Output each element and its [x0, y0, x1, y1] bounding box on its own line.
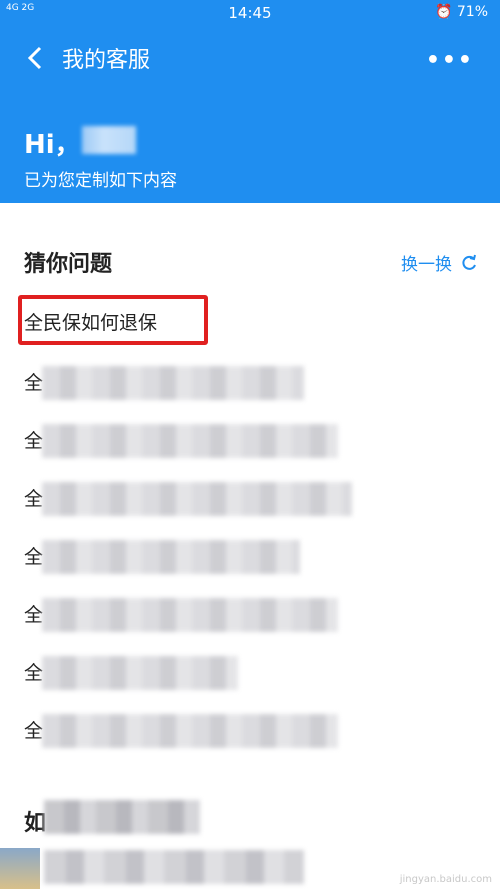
more-icon[interactable]: •••: [426, 48, 474, 73]
blurred-text: [42, 714, 338, 748]
question-prefix: 全: [24, 488, 44, 510]
alarm-icon: ⏰: [434, 4, 453, 20]
question-prefix: 全: [24, 372, 44, 394]
status-time: 14:45: [228, 4, 272, 22]
header-banner: 4G 2G 14:45 ⏰ 71% 我的客服 ••• Hi， 已为您定制如下内容: [0, 0, 500, 203]
status-right: ⏰ 71%: [435, 4, 488, 20]
blurred-text: [44, 850, 304, 884]
blurred-text: [42, 540, 300, 574]
blurred-text: [44, 800, 200, 834]
blurred-text: [42, 482, 352, 516]
blurred-text: [42, 366, 304, 400]
user-name-blurred: [82, 126, 136, 154]
thumbnail-image[interactable]: [0, 848, 40, 889]
question-prefix: 全: [24, 430, 44, 452]
greeting-subtitle: 已为您定制如下内容: [24, 171, 177, 191]
blurred-text: [42, 424, 338, 458]
blurred-text: [42, 656, 238, 690]
greeting: Hi，: [24, 130, 81, 160]
section-title-guess: 猜你问题: [24, 252, 113, 277]
battery-level: 71%: [456, 4, 488, 20]
question-prefix: 全: [24, 720, 44, 742]
watermark: jingyan.baidu.com: [399, 874, 492, 885]
back-button[interactable]: [22, 43, 52, 73]
question-prefix: 全: [24, 546, 44, 568]
section-title-2: 如: [24, 811, 47, 836]
page-title: 我的客服: [62, 48, 151, 73]
refresh-label: 换一换: [401, 255, 452, 275]
question-prefix: 全: [24, 604, 44, 626]
status-bar: 4G 2G 14:45 ⏰ 71%: [0, 0, 500, 26]
refresh-icon: [462, 254, 476, 270]
chevron-left-icon: [27, 46, 42, 70]
refresh-button[interactable]: 换一换: [401, 250, 478, 275]
highlight-box: [18, 295, 208, 345]
blurred-text: [42, 598, 338, 632]
question-prefix: 全: [24, 662, 44, 684]
